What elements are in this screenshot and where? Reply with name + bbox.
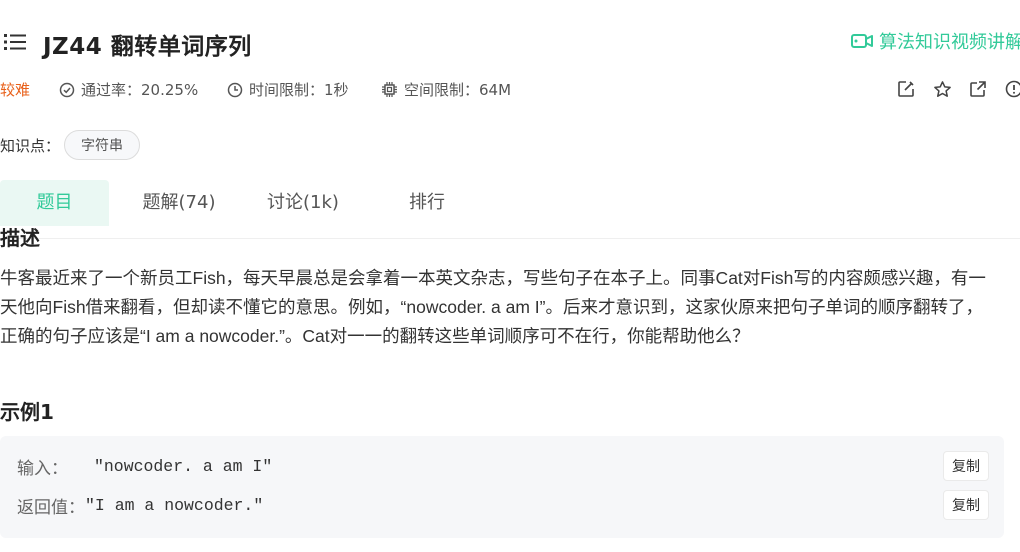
star-icon[interactable] [931,78,953,100]
video-camera-icon [851,34,873,48]
tab-solutions[interactable]: 题解(74) [127,180,231,226]
tab-divider [0,238,1020,239]
copy-input-button[interactable]: 复制 [943,451,989,481]
knowledge-tag[interactable]: 字符串 [64,130,141,160]
difficulty-badge: 较难 [0,81,31,99]
action-toolbar [895,78,1020,100]
pass-rate-text: 通过率：20.25% [81,81,199,99]
space-limit-text: 空间限制：64M [404,81,512,99]
page-title: JZ44 翻转单词序列 [43,34,252,60]
description-heading: 描述 [0,228,40,248]
tab-ranking[interactable]: 排行 [378,180,476,226]
share-icon[interactable] [967,78,989,100]
check-circle-icon [59,82,75,97]
description-heading-text: 描述 [0,228,40,248]
example-title: 示例1 [0,400,54,424]
input-label: 输入： [17,458,68,478]
time-limit: 时间限制：1秒 [227,79,349,100]
output-label: 返回值： [17,497,85,517]
problem-description: 牛客最近来了一个新员工Fish，每天早晨总是会拿着一本英文杂志，写些句子在本子上… [0,268,986,346]
example-output-row: 返回值： "I am a nowcoder." 复制 [17,490,989,520]
input-value: "nowcoder. a am I" [94,456,273,476]
example-box: 输入： "nowcoder. a am I" 复制 返回值： "I am a n… [0,436,1004,538]
problem-meta: 较难 通过率：20.25% 时间限制：1秒 空间限制：64M [0,76,1020,102]
tab-bar: 题目 题解(74) 讨论(1k) 排行 [0,180,1020,228]
tab-problem[interactable]: 题目 [0,180,109,226]
copy-output-button[interactable]: 复制 [943,490,989,520]
output-value: "I am a nowcoder." [85,495,264,515]
info-icon[interactable] [1003,78,1020,100]
time-limit-text: 时间限制：1秒 [249,81,349,99]
chip-icon [382,82,397,97]
knowledge-points: 知识点： 字符串 [0,130,141,160]
edit-icon[interactable] [895,78,917,100]
menu-icon[interactable] [4,32,26,52]
problem-header: JZ44 翻转单词序列 算法知识视频讲解 [0,22,1020,62]
knowledge-label: 知识点： [0,136,61,155]
pass-rate: 通过率：20.25% [59,79,198,100]
space-limit: 空间限制：64M [381,79,511,100]
tab-discussion[interactable]: 讨论(1k) [250,180,356,226]
video-link-label: 算法知识视频讲解 [879,32,1020,53]
video-explanation-link[interactable]: 算法知识视频讲解 [851,28,1020,54]
clock-icon [227,82,243,97]
example-input-row: 输入： "nowcoder. a am I" 复制 [17,451,989,481]
